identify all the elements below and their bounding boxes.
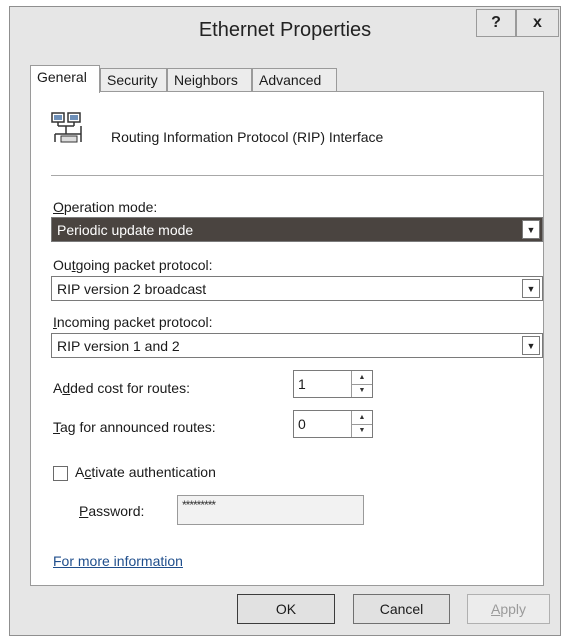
outgoing-protocol-select[interactable]: RIP version 2 broadcast ▼ [51,276,543,301]
general-tab-panel: Routing Information Protocol (RIP) Inter… [30,91,544,586]
tag-value: 0 [298,416,306,432]
added-cost-value: 1 [298,376,306,392]
operation-mode-label: Operation mode: [53,199,158,215]
spin-down-icon[interactable]: ▼ [352,425,372,438]
spin-up-icon[interactable]: ▲ [352,371,372,385]
more-information-link[interactable]: For more information [53,553,183,569]
outgoing-protocol-value: RIP version 2 broadcast [57,281,207,297]
activate-authentication-checkbox[interactable] [53,466,68,481]
cancel-button[interactable]: Cancel [353,594,450,624]
operation-mode-select[interactable]: Periodic update mode ▼ [51,217,543,242]
title-bar: Ethernet Properties ? x [10,7,560,53]
password-value: ********* [182,498,216,512]
outgoing-protocol-label: Outgoing packet protocol: [53,257,213,273]
help-button[interactable]: ? [476,9,516,37]
chevron-down-icon[interactable]: ▼ [522,220,540,239]
tag-label: Tag for announced routes: [53,419,216,435]
network-computers-icon [51,112,82,143]
tab-neighbors[interactable]: Neighbors [167,68,252,91]
incoming-protocol-value: RIP version 1 and 2 [57,338,180,354]
tab-advanced[interactable]: Advanced [252,68,337,91]
incoming-protocol-select[interactable]: RIP version 1 and 2 ▼ [51,333,543,358]
ok-button[interactable]: OK [237,594,335,624]
chevron-down-icon[interactable]: ▼ [522,279,540,298]
operation-mode-value: Periodic update mode [57,222,194,238]
divider [51,175,543,176]
spin-up-icon[interactable]: ▲ [352,411,372,425]
close-button[interactable]: x [516,9,559,37]
password-label: Password: [79,503,145,519]
tab-general[interactable]: General [30,65,100,93]
tag-spinner[interactable]: 0 ▲ ▼ [293,410,373,438]
ethernet-properties-dialog: Ethernet Properties ? x General Security… [9,6,561,636]
added-cost-label: Added cost for routes: [53,380,190,396]
apply-button[interactable]: Apply [467,594,550,624]
spin-down-icon[interactable]: ▼ [352,385,372,398]
incoming-protocol-label: Incoming packet protocol: [53,314,213,330]
tab-security[interactable]: Security [100,68,167,91]
password-field[interactable]: ********* [177,495,364,525]
chevron-down-icon[interactable]: ▼ [522,336,540,355]
activate-authentication-label[interactable]: Activate authentication [75,464,216,480]
added-cost-spinner[interactable]: 1 ▲ ▼ [293,370,373,398]
interface-header-text: Routing Information Protocol (RIP) Inter… [111,129,384,145]
